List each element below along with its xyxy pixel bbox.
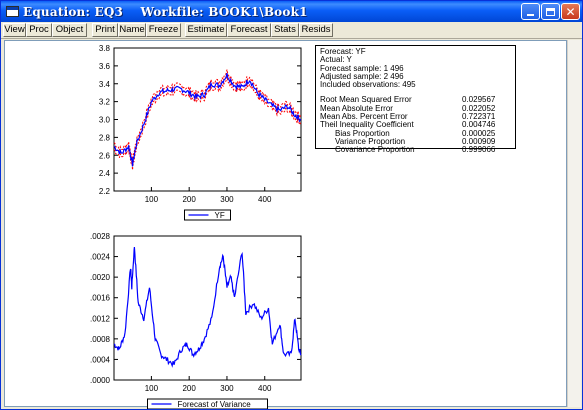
stats-button[interactable]: Stats	[271, 23, 299, 37]
stats-line: Included observations: 495	[320, 80, 416, 90]
y-tick-label: .0008	[90, 335, 111, 344]
vertical-scrollbar[interactable]	[567, 40, 581, 407]
y-tick-label: .0016	[90, 294, 111, 303]
y-tick-label: .0024	[90, 253, 111, 262]
y-tick-label: 2.4	[99, 169, 111, 178]
close-button[interactable]: ✕	[561, 3, 580, 20]
close-icon: ✕	[565, 4, 576, 19]
y-tick-label: .0028	[90, 233, 111, 241]
proc-button[interactable]: Proc	[26, 23, 52, 37]
legend-label: Forecast of Variance	[178, 400, 252, 409]
plot-frame	[113, 47, 302, 192]
y-tick-label: 3.0	[99, 116, 111, 125]
x-tick-label: 200	[182, 384, 196, 393]
maximize-icon	[546, 7, 555, 16]
y-tick-label: 3.2	[99, 98, 111, 107]
x-tick-label: 300	[220, 384, 234, 393]
x-tick-label: 100	[145, 195, 159, 204]
y-tick-label: 2.2	[99, 187, 111, 196]
forecast-button[interactable]: Forecast	[227, 23, 271, 37]
minimize-icon	[527, 14, 534, 16]
y-tick-label: .0000	[90, 376, 111, 385]
y-tick-label: 2.6	[99, 151, 111, 160]
freeze-button[interactable]: Freeze	[146, 23, 181, 37]
legend-label: YF	[215, 211, 225, 220]
y-tick-label: .0012	[90, 314, 111, 323]
x-tick-label: 300	[220, 195, 234, 204]
toolbar: View Proc Object Print Name Freeze Estim…	[1, 22, 582, 39]
title-bar[interactable]: Equation: EQ3 Workfile: BOOK1\Book1 ✕	[1, 1, 582, 22]
x-tick-label: 400	[258, 195, 272, 204]
forecast-stats-box: Forecast: YF Actual: Y Forecast sample: …	[315, 45, 516, 154]
sub-metric-label: Covariance Proportion	[335, 145, 415, 155]
maximize-button[interactable]	[541, 3, 560, 20]
plot-frame	[113, 235, 302, 381]
y-tick-label: 3.4	[99, 80, 111, 89]
sub-metric-value: 0.999066	[462, 145, 496, 155]
print-button[interactable]: Print	[92, 23, 118, 37]
equation-window: Equation: EQ3 Workfile: BOOK1\Book1 ✕ Vi…	[0, 0, 583, 410]
x-tick-label: 100	[145, 384, 159, 393]
y-tick-label: .0004	[90, 355, 111, 364]
x-tick-label: 200	[182, 195, 196, 204]
y-tick-label: 3.8	[99, 45, 111, 53]
x-tick-label: 400	[258, 384, 272, 393]
y-tick-label: 2.8	[99, 133, 111, 142]
variance-chart: .0000 .0004 .0008 .0012 .0016 .0020 .0024 .0028…	[90, 233, 302, 409]
y-tick-label: .0020	[90, 273, 111, 282]
estimate-button[interactable]: Estimate	[185, 23, 227, 37]
window-title: Equation: EQ3 Workfile: BOOK1\Book1	[23, 5, 308, 19]
minimize-button[interactable]	[521, 3, 540, 20]
forecast-chart: 2.2 2.4 2.6 2.8 3.0 3.2 3.4 3.6 3.8 100 200 300 400 Y…	[99, 45, 302, 221]
window-app-icon	[6, 6, 19, 17]
name-button[interactable]: Name	[118, 23, 146, 37]
resids-button[interactable]: Resids	[299, 23, 333, 37]
view-button[interactable]: View	[3, 23, 26, 37]
y-tick-label: 3.6	[99, 62, 111, 71]
object-button[interactable]: Object	[52, 23, 87, 37]
